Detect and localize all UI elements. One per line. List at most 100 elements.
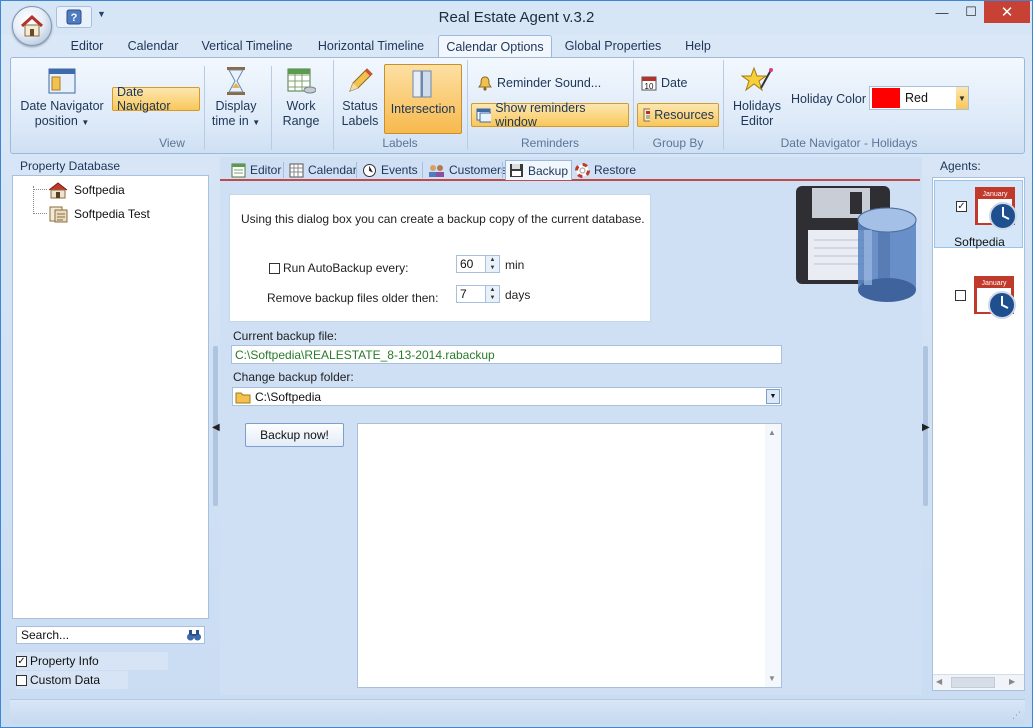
database-backup-icon: [796, 186, 917, 302]
ribbon-panel: Date Navigator position ▼ Date Navigator…: [10, 57, 1025, 154]
collapse-right-icon[interactable]: ▶: [922, 422, 930, 433]
hourglass-icon: [227, 67, 245, 95]
scroll-right-icon[interactable]: ▶: [1009, 677, 1015, 686]
backup-folder-select[interactable]: C:\Softpedia ▼: [232, 387, 782, 406]
agent-name: Softpedia: [954, 235, 1005, 249]
binoculars-icon[interactable]: [186, 628, 202, 642]
search-input[interactable]: Search...: [16, 626, 205, 644]
remove-older-stepper[interactable]: 7 ▲ ▼: [456, 285, 500, 303]
ribbon-tab-calendar[interactable]: Calendar: [121, 35, 185, 58]
reminder-sound-button[interactable]: Reminder Sound...: [473, 71, 605, 95]
tab-backup[interactable]: Backup: [505, 160, 573, 180]
backup-log-area[interactable]: ▲ ▼: [357, 423, 782, 688]
remove-older-label: Remove backup files older then:: [267, 291, 439, 305]
ribbon-tab-bar: Editor Calendar Vertical Timeline Horizo…: [1, 35, 1032, 58]
window-layout-icon: [48, 68, 76, 94]
tab-calendar[interactable]: Calendar: [286, 160, 360, 180]
close-button[interactable]: ✕: [984, 1, 1030, 23]
tab-events[interactable]: Events: [359, 160, 421, 180]
tab-restore[interactable]: Restore: [572, 160, 639, 180]
agent-item[interactable]: ✓ January Softpedia: [934, 180, 1023, 249]
spin-up-icon[interactable]: ▲: [485, 286, 499, 294]
ribbon-group-group-by: 10 Date Resources Group By: [635, 60, 721, 152]
agent-item[interactable]: January: [934, 270, 1023, 338]
svg-text:January: January: [983, 191, 1008, 198]
agents-header: Agents:: [940, 159, 981, 173]
agents-list[interactable]: ✓ January Softpedia January ◀ ▶: [932, 177, 1025, 691]
title-bar: ? ▼ Real Estate Agent v.3.2 — ☐ ✕: [1, 1, 1032, 35]
home-icon: [20, 14, 44, 37]
checkbox-unchecked-icon: [269, 262, 280, 274]
holiday-color-swatch: [872, 88, 900, 108]
pencil-icon: [349, 68, 373, 92]
editor-icon: [231, 163, 246, 177]
display-time-in-button[interactable]: Display time in ▼: [207, 66, 265, 130]
show-reminders-window-button[interactable]: Show reminders window: [471, 101, 629, 129]
tab-editor[interactable]: Editor: [228, 160, 284, 180]
scroll-up-icon[interactable]: ▲: [768, 428, 776, 437]
ribbon-tab-vertical-timeline[interactable]: Vertical Timeline: [196, 35, 298, 58]
log-scrollbar[interactable]: ▲ ▼: [765, 424, 781, 687]
scroll-left-icon[interactable]: ◀: [936, 677, 942, 686]
holiday-color-select[interactable]: Red ▼: [869, 86, 969, 110]
group-by-resources-button[interactable]: Resources: [637, 103, 719, 127]
app-menu-button[interactable]: [12, 6, 52, 46]
ribbon-tab-help[interactable]: Help: [677, 35, 719, 58]
ribbon-tab-horizontal-timeline[interactable]: Horizontal Timeline: [310, 35, 432, 58]
property-tree[interactable]: Softpedia Softpedia Test: [12, 175, 209, 619]
date-navigator-position-button[interactable]: Date Navigator position ▼: [19, 66, 105, 130]
holiday-color-value: Red: [905, 91, 928, 105]
floppy-disk-icon: [510, 164, 523, 177]
tab-customers[interactable]: Customers: [425, 160, 510, 180]
autobackup-checkbox[interactable]: Run AutoBackup every:: [269, 261, 408, 275]
current-backup-file-field[interactable]: C:\Softpedia\REALESTATE_8-13-2014.raback…: [231, 345, 782, 364]
custom-data-checkbox[interactable]: Custom Data: [16, 671, 128, 689]
agents-panel: Agents: ✓ January Softpedia January ◀ ▶: [930, 157, 1026, 695]
spin-up-icon[interactable]: ▲: [485, 256, 499, 264]
holiday-color-label: Holiday Color: [791, 92, 867, 106]
intersection-icon: [412, 70, 432, 98]
checkbox-unchecked-icon: [16, 674, 27, 686]
document-icon: [49, 206, 68, 223]
autobackup-unit: min: [505, 258, 525, 272]
reminders-group-label: Reminders: [520, 136, 580, 150]
agents-horizontal-scrollbar[interactable]: ◀ ▶: [933, 674, 1024, 690]
chevron-down-icon[interactable]: ▼: [766, 389, 780, 404]
scrollbar-thumb[interactable]: [951, 677, 995, 688]
property-database-header: Property Database: [20, 159, 121, 173]
collapse-left-icon[interactable]: ◀: [212, 422, 220, 433]
spin-down-icon[interactable]: ▼: [485, 264, 499, 272]
work-range-button[interactable]: Work Range: [275, 66, 327, 129]
house-icon: [48, 182, 68, 199]
intersection-button[interactable]: Intersection: [384, 64, 462, 134]
tree-item[interactable]: Softpedia: [47, 181, 125, 199]
ribbon-tab-calendar-options[interactable]: Calendar Options: [438, 35, 552, 58]
status-labels-button[interactable]: Status Labels: [337, 66, 383, 129]
checkbox-checked-icon[interactable]: ✓: [956, 201, 967, 212]
resize-grip-icon[interactable]: ⋰: [1012, 710, 1021, 721]
tree-item[interactable]: Softpedia Test: [47, 205, 150, 223]
bell-icon: [478, 76, 492, 91]
maximize-button[interactable]: ☐: [957, 1, 985, 23]
backup-settings-box: Using this dialog box you can create a b…: [229, 194, 651, 322]
remove-older-unit: days: [505, 288, 531, 302]
work-range-grid-icon: [287, 68, 316, 94]
spin-down-icon[interactable]: ▼: [485, 294, 499, 302]
autobackup-interval-stepper[interactable]: 60 ▲ ▼: [456, 255, 500, 273]
resources-icon: [643, 108, 651, 122]
folder-icon: [235, 392, 251, 403]
backup-now-button[interactable]: Backup now!: [245, 423, 344, 447]
ribbon-tab-editor[interactable]: Editor: [63, 35, 111, 58]
property-info-checkbox[interactable]: ✓ Property Info: [16, 652, 168, 670]
ribbon-tab-global-properties[interactable]: Global Properties: [561, 35, 665, 58]
customers-icon: [429, 164, 444, 177]
date-navigator-button[interactable]: Date Navigator: [112, 85, 200, 113]
scroll-down-icon[interactable]: ▼: [768, 674, 776, 683]
chevron-down-icon[interactable]: ▼: [956, 87, 968, 109]
checkbox-checked-icon: ✓: [16, 655, 27, 667]
holidays-editor-button[interactable]: Holidays Editor: [727, 66, 787, 129]
checkbox-unchecked-icon[interactable]: [955, 290, 966, 301]
group-by-group-label: Group By: [652, 136, 704, 150]
minimize-button[interactable]: —: [927, 1, 957, 23]
group-by-date-button[interactable]: 10 Date: [637, 71, 691, 95]
